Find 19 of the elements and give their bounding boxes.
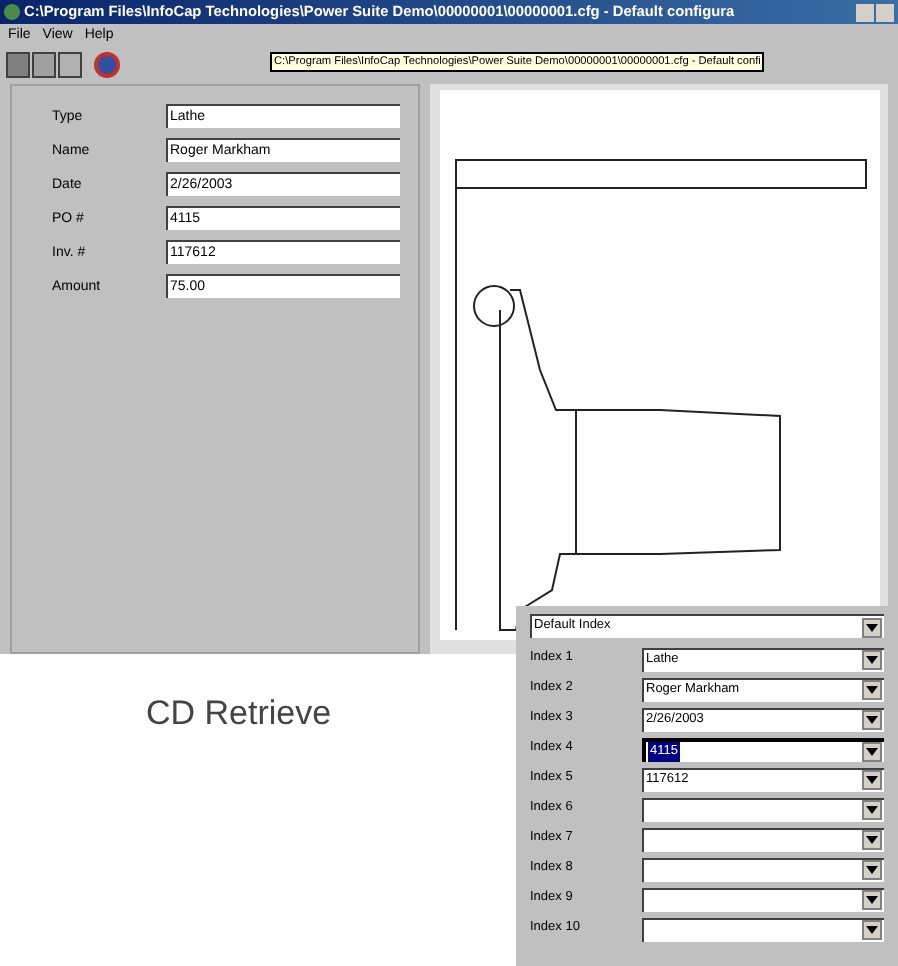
- index-dropdown[interactable]: [642, 797, 884, 821]
- dropdown-arrow-icon[interactable]: [862, 860, 882, 880]
- dropdown-arrow-icon[interactable]: [862, 741, 882, 761]
- index-dropdown[interactable]: [642, 887, 884, 911]
- dropdown-arrow-icon[interactable]: [862, 830, 882, 850]
- index-dropdown[interactable]: [642, 827, 884, 851]
- dropdown-arrow-icon[interactable]: [862, 800, 882, 820]
- dropdown-arrow-icon[interactable]: [862, 617, 882, 637]
- caption: CD Retrieve: [146, 692, 332, 736]
- dropdown-arrow-icon[interactable]: [862, 770, 882, 790]
- index-dropdown[interactable]: [642, 917, 884, 941]
- minimize-icon[interactable]: [856, 3, 874, 21]
- maximize-icon[interactable]: [876, 3, 894, 21]
- dropdown-arrow-icon[interactable]: [862, 920, 882, 940]
- dropdown-arrow-icon[interactable]: [862, 710, 882, 730]
- index-dropdown[interactable]: [642, 857, 884, 881]
- dropdown-arrow-icon[interactable]: [862, 680, 882, 700]
- dropdown-arrow-icon[interactable]: [862, 890, 882, 910]
- dropdown-arrow-icon[interactable]: [862, 650, 882, 670]
